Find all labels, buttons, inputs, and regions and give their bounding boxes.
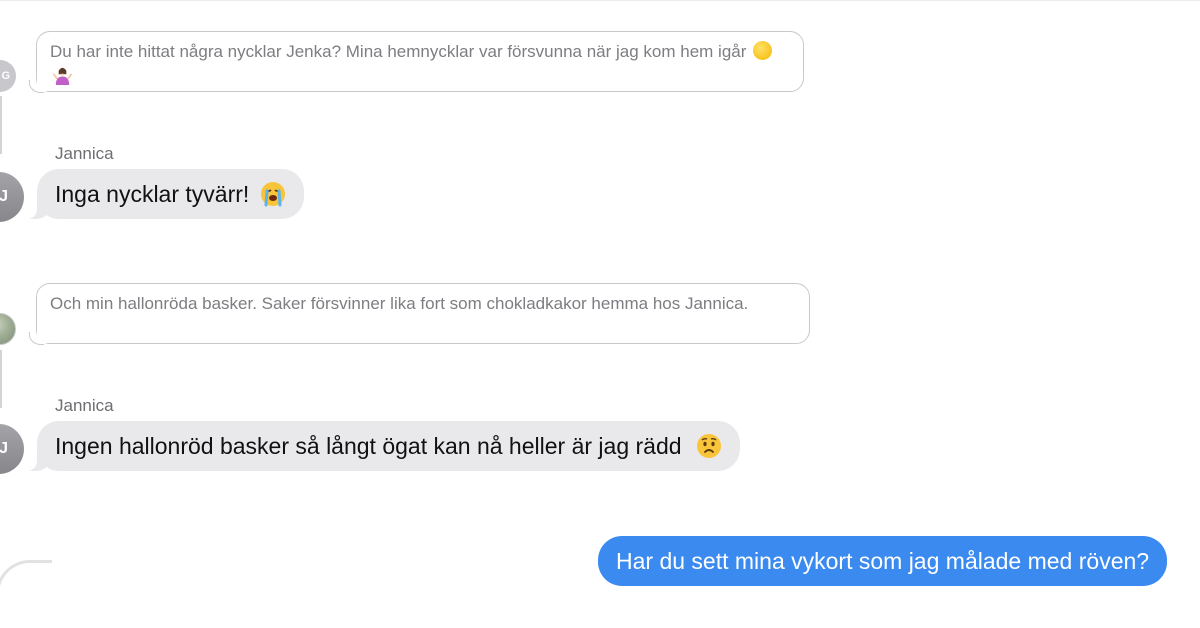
partial-bubble-outline — [0, 560, 52, 628]
outgoing-message-bubble[interactable]: Har du sett mina vykort som jag målade m… — [598, 536, 1168, 586]
top-divider — [0, 0, 1200, 1]
woman-shrugging-emoji-icon — [53, 67, 72, 85]
loudly-crying-face-emoji-icon — [260, 182, 285, 207]
message-text: Ingen hallonröd basker så långt ögat kan… — [55, 433, 682, 459]
avatar-photo[interactable] — [0, 313, 16, 345]
sender-name: Jannica — [55, 144, 114, 163]
message-text: Du har inte hittat några nycklar Jenka? … — [50, 42, 747, 61]
thread-connector-line — [0, 96, 2, 154]
avatar-initial: J — [0, 440, 8, 457]
sender-name: Jannica — [55, 396, 114, 415]
avatar-initial: J — [0, 188, 8, 205]
incoming-message-bubble[interactable]: Inga nycklar tyvärr! — [25, 169, 304, 219]
sweat-smile-emoji-icon — [753, 41, 773, 60]
worried-face-emoji-icon — [696, 434, 721, 458]
messages-transcript: G Du har inte hittat några nycklar Jenka… — [0, 0, 1200, 628]
message-text: Inga nycklar tyvärr! — [55, 181, 250, 207]
message-text: Och min hallonröda basker. Saker försvin… — [50, 294, 749, 313]
quoted-message-bubble[interactable]: Och min hallonröda basker. Saker försvin… — [29, 283, 810, 345]
avatar[interactable]: G — [0, 60, 16, 92]
thread-connector-line — [0, 350, 2, 408]
avatar[interactable]: J — [0, 172, 24, 222]
quoted-message-bubble[interactable]: Du har inte hittat några nycklar Jenka? … — [29, 31, 804, 93]
avatar[interactable]: J — [0, 424, 24, 474]
incoming-message-bubble[interactable]: Ingen hallonröd basker så långt ögat kan… — [25, 421, 740, 471]
message-text: Har du sett mina vykort som jag målade m… — [616, 548, 1150, 574]
avatar-initial: G — [1, 70, 10, 82]
